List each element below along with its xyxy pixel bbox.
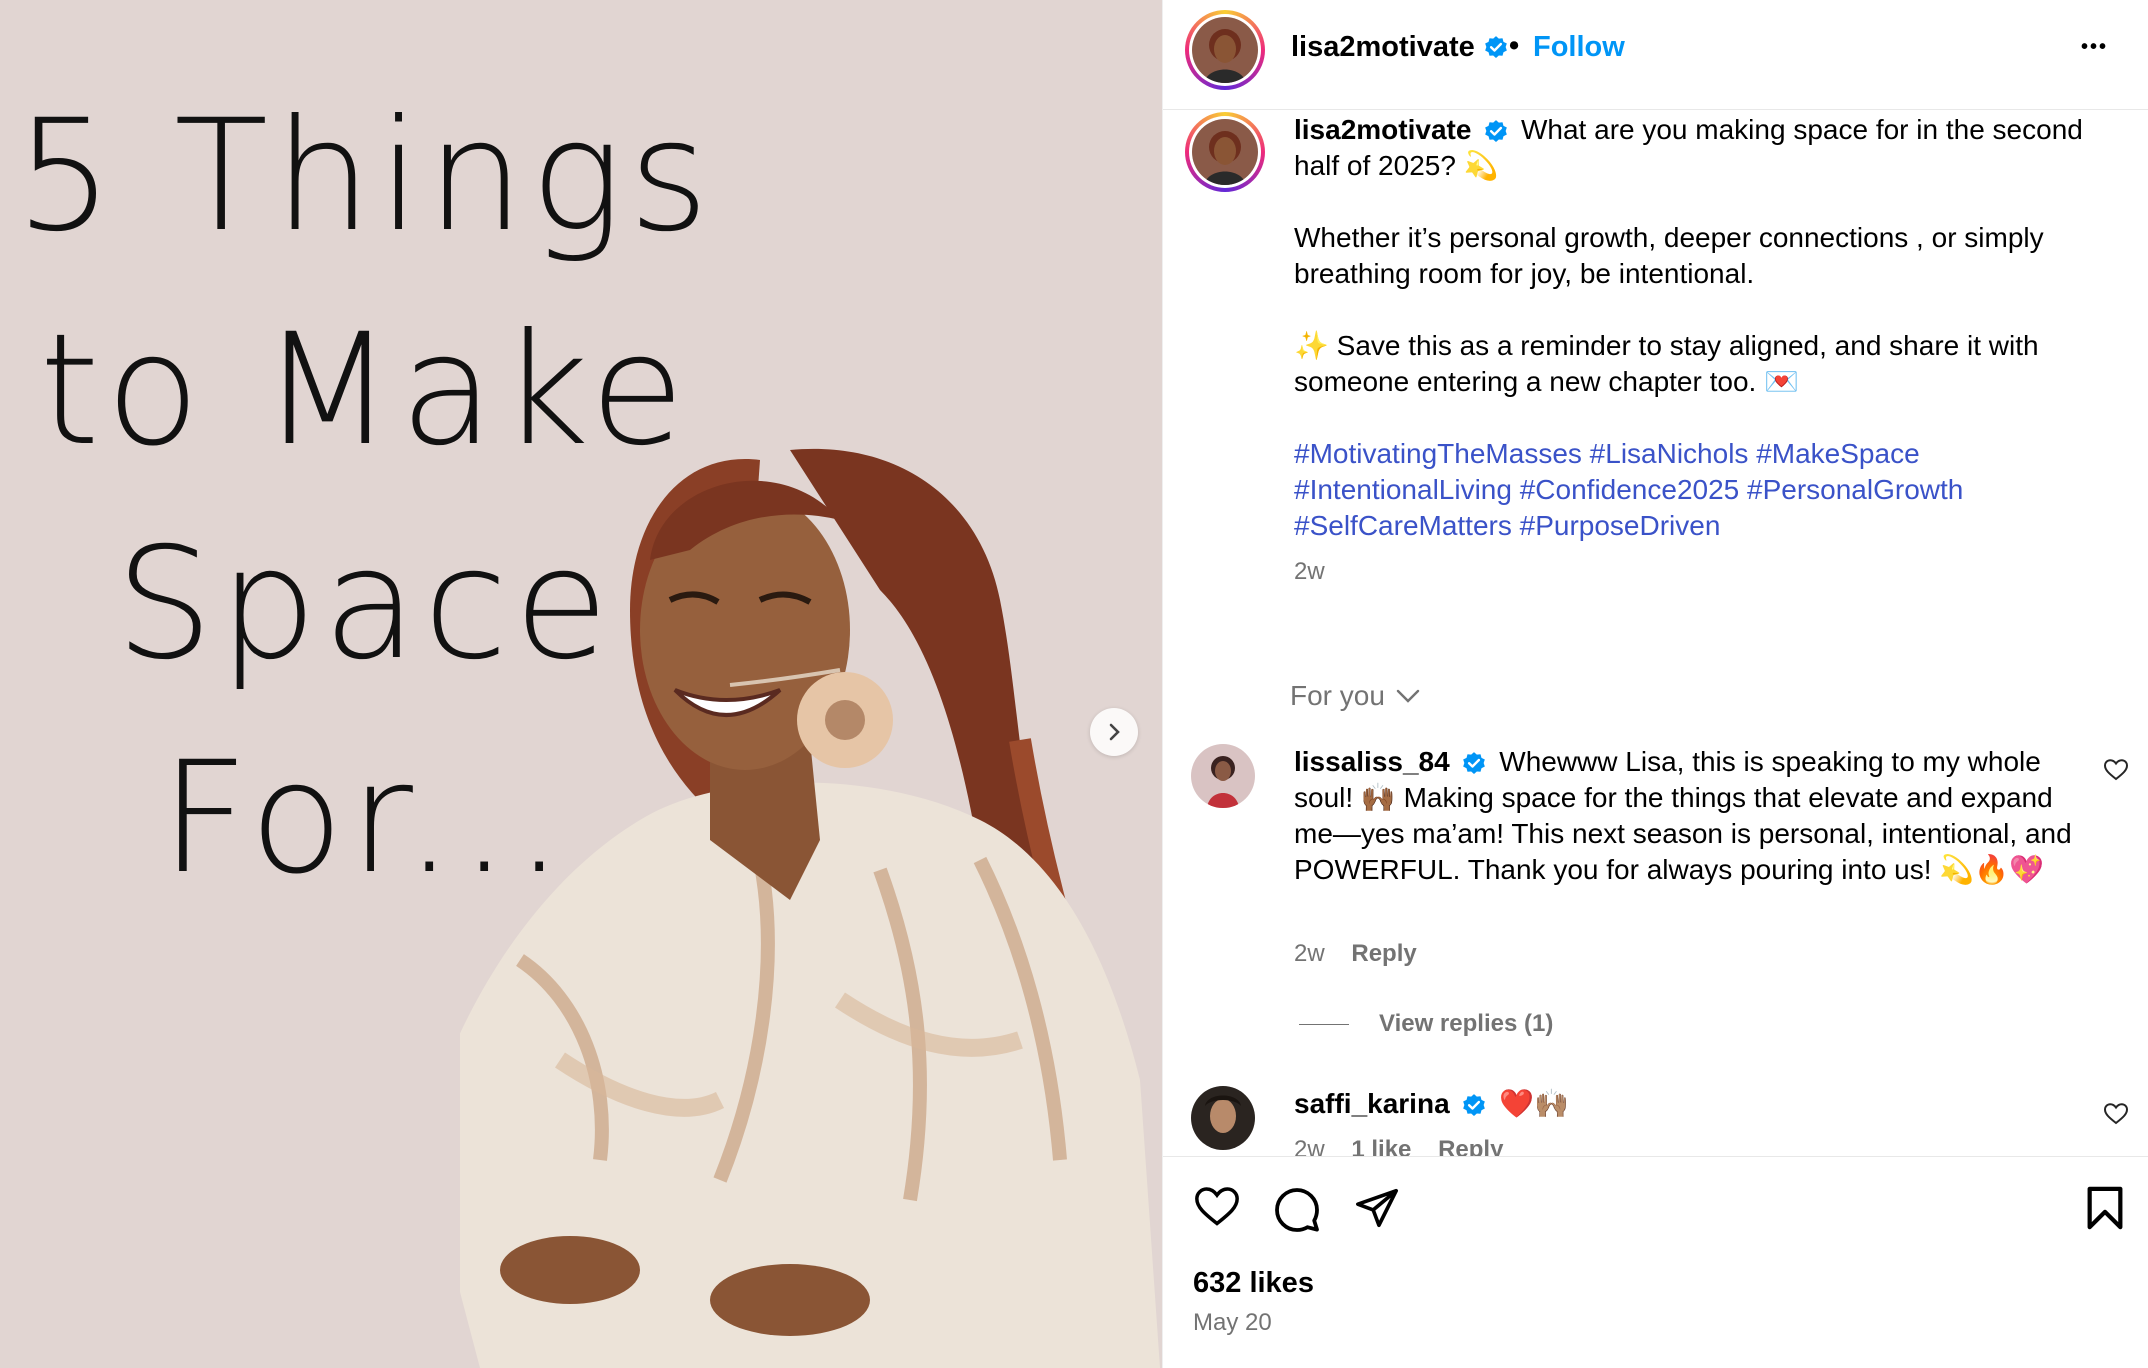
share-send-icon[interactable] xyxy=(1353,1185,1401,1231)
save-bookmark-icon[interactable] xyxy=(2085,1185,2125,1231)
follow-button[interactable]: Follow xyxy=(1533,31,1625,64)
separator-dot: • xyxy=(1509,30,1520,62)
comment-like-count[interactable]: 1 like xyxy=(1351,1136,1411,1156)
more-options-icon[interactable]: ••• xyxy=(2081,36,2108,59)
like-comment-heart-icon[interactable] xyxy=(2103,1102,2129,1126)
post-details-panel: lisa2motivate • Follow ••• lisa2motivate… xyxy=(1162,0,2148,1368)
for-you-label: For you xyxy=(1290,680,1385,711)
comment-sort-dropdown[interactable]: For you xyxy=(1290,680,1421,712)
caption-avatar[interactable] xyxy=(1185,112,1265,192)
reply-button[interactable]: Reply xyxy=(1438,1136,1503,1156)
view-replies-button[interactable]: View replies (1) xyxy=(1299,1010,1553,1038)
comment-text: saffi_karina ❤️🙌🏽 xyxy=(1294,1086,2084,1122)
like-comment-heart-icon[interactable] xyxy=(2103,758,2129,782)
chevron-down-icon xyxy=(1396,689,1420,703)
verified-badge-icon xyxy=(1463,1093,1486,1116)
verified-badge-icon xyxy=(1485,119,1508,142)
comment-username[interactable]: lissaliss_84 xyxy=(1294,746,1450,777)
post-header: lisa2motivate • Follow ••• xyxy=(1163,0,2148,110)
comment-text: lissaliss_84 Whewww Lisa, this is speaki… xyxy=(1294,744,2084,888)
post-actions: 632 likes May 20 xyxy=(1163,1156,2148,1368)
header-avatar[interactable] xyxy=(1185,10,1265,90)
profile-photo xyxy=(1192,119,1258,185)
view-replies-label: View replies (1) xyxy=(1379,1010,1554,1037)
user-photo xyxy=(1191,1086,1255,1150)
user-photo xyxy=(1191,744,1255,808)
caption-line-3: ✨ Save this as a reminder to stay aligne… xyxy=(1294,330,2039,397)
comment-username[interactable]: saffi_karina xyxy=(1294,1088,1450,1119)
likes-count[interactable]: 632 likes xyxy=(1193,1267,1314,1300)
header-username-text: lisa2motivate xyxy=(1291,31,1475,63)
verified-badge-icon xyxy=(1484,36,1507,59)
comment-time: 2w xyxy=(1294,1136,1325,1156)
replies-divider xyxy=(1299,1023,1349,1025)
caption-hashtags[interactable]: #MotivatingTheMasses #LisaNichols #MakeS… xyxy=(1294,436,2094,544)
speaker-photo xyxy=(460,448,1160,1368)
like-heart-icon[interactable] xyxy=(1193,1185,1241,1229)
post-date: May 20 xyxy=(1193,1309,1272,1336)
comment-meta: 2w 1 like Reply xyxy=(1294,1136,1503,1156)
post-media[interactable]: 5 Things to Make Space For... xyxy=(0,0,1162,1368)
comment-avatar[interactable] xyxy=(1191,744,1255,808)
caption-username[interactable]: lisa2motivate xyxy=(1294,114,1471,145)
verified-badge-icon xyxy=(1463,751,1486,774)
chevron-right-icon xyxy=(1109,723,1120,741)
title-line-1: 5 Things xyxy=(15,87,715,266)
comments-scroll-area[interactable]: lisa2motivate What are you making space … xyxy=(1163,112,2148,1156)
caption-time: 2w xyxy=(1294,558,1325,585)
next-slide-button[interactable] xyxy=(1090,708,1138,756)
comment-avatar[interactable] xyxy=(1191,1086,1255,1150)
reply-button[interactable]: Reply xyxy=(1351,940,1416,967)
caption-line-2: Whether it’s personal growth, deeper con… xyxy=(1294,222,2044,289)
post-caption: lisa2motivate What are you making space … xyxy=(1294,112,2094,590)
comment-meta: 2w Reply xyxy=(1294,940,1417,968)
comment-time: 2w xyxy=(1294,940,1325,967)
comment-bubble-icon[interactable] xyxy=(1273,1185,1321,1233)
profile-photo xyxy=(1192,17,1258,83)
header-username[interactable]: lisa2motivate xyxy=(1291,31,1509,64)
comment-body: ❤️🙌🏽 xyxy=(1499,1088,1569,1119)
